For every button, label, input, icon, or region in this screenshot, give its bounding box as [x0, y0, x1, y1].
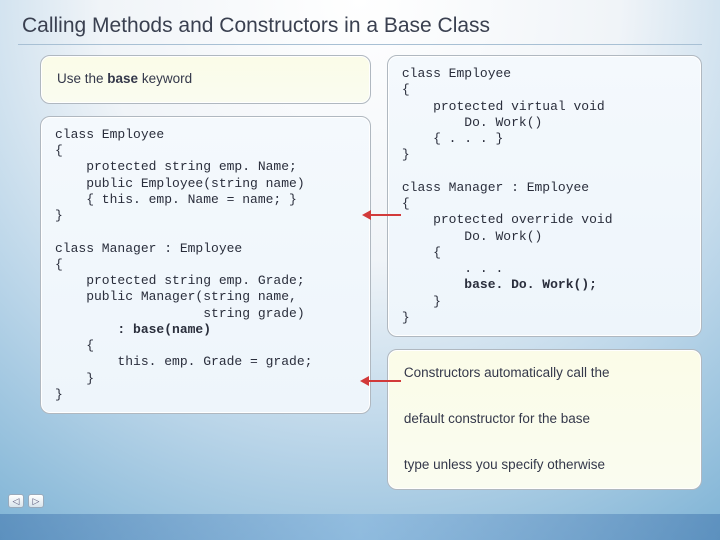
title-divider — [18, 44, 702, 45]
right-column: class Employee { protected virtual void … — [387, 55, 702, 490]
code-employee-manager-ctor: class Employee { protected string emp. N… — [40, 116, 371, 414]
arrow-to-base-name — [363, 380, 401, 382]
content-area: Use the base keyword class Employee { pr… — [0, 55, 720, 490]
constructor-note-box: Constructors automatically call the defa… — [387, 349, 702, 490]
footer-gradient — [0, 514, 720, 540]
page-title: Calling Methods and Constructors in a Ba… — [0, 0, 720, 44]
left-column: Use the base keyword class Employee { pr… — [40, 55, 371, 490]
slide-nav: ◁ ▷ — [8, 494, 44, 508]
use-base-keyword-box: Use the base keyword — [40, 55, 371, 104]
arrow-to-dowork-code — [365, 214, 401, 216]
code-employee-manager-dowork: class Employee { protected virtual void … — [387, 55, 702, 337]
prev-button[interactable]: ◁ — [8, 494, 24, 508]
next-button[interactable]: ▷ — [28, 494, 44, 508]
